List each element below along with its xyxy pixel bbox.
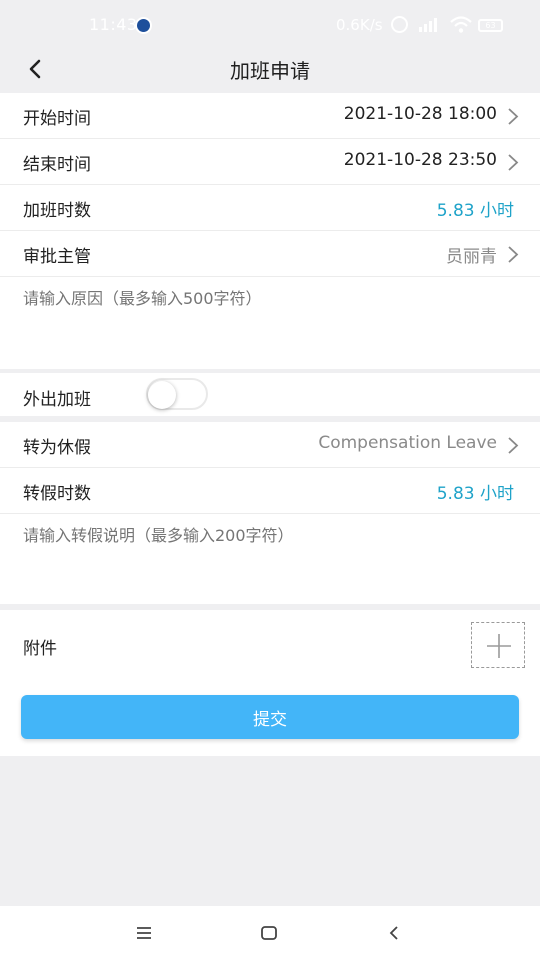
chevron-right-icon bbox=[508, 154, 519, 171]
leave-hours-row: 转假时数 5.83 小时 bbox=[0, 468, 540, 514]
outside-overtime-toggle[interactable] bbox=[146, 378, 208, 410]
signal-icon bbox=[419, 18, 437, 32]
status-time: 11:43 bbox=[89, 15, 138, 34]
battery-icon: 63 bbox=[478, 19, 503, 32]
submit-button[interactable]: 提交 bbox=[21, 695, 519, 739]
chevron-right-icon bbox=[508, 437, 519, 454]
app-header: 加班申请 bbox=[0, 45, 540, 93]
network-speed: 0.6K/s bbox=[336, 16, 383, 34]
outside-overtime-card: 外出加班 bbox=[0, 373, 540, 416]
system-nav-bar bbox=[0, 906, 540, 960]
menu-icon[interactable] bbox=[131, 920, 157, 946]
leave-note-textarea[interactable] bbox=[0, 514, 540, 604]
status-bar: 11:43 0.6K/s 63 bbox=[0, 0, 540, 48]
chevron-right-icon bbox=[508, 246, 519, 263]
attachment-card: 附件 bbox=[0, 610, 540, 678]
outside-overtime-label: 外出加班 bbox=[23, 390, 91, 410]
leave-hours-label: 转假时数 bbox=[23, 484, 91, 504]
overtime-hours-label: 加班时数 bbox=[23, 201, 91, 221]
alarm-icon bbox=[391, 16, 408, 33]
convert-leave-label: 转为休假 bbox=[23, 438, 91, 458]
outside-overtime-row: 外出加班 bbox=[0, 373, 540, 416]
home-icon[interactable] bbox=[256, 920, 282, 946]
overtime-hours-value: 5.83 小时 bbox=[436, 201, 514, 221]
approver-label: 审批主管 bbox=[23, 247, 91, 267]
back-icon[interactable] bbox=[381, 920, 407, 946]
start-time-row[interactable]: 开始时间 2021-10-28 18:00 bbox=[0, 93, 540, 139]
end-time-value: 2021-10-28 23:50 bbox=[343, 150, 497, 170]
reason-textarea[interactable] bbox=[0, 277, 540, 369]
start-time-label: 开始时间 bbox=[23, 109, 91, 129]
page-title: 加班申请 bbox=[230, 59, 310, 83]
convert-leave-value: Compensation Leave bbox=[318, 433, 497, 453]
plus-icon bbox=[487, 634, 511, 658]
add-attachment-button[interactable] bbox=[471, 622, 525, 668]
leave-conversion-card: 转为休假 Compensation Leave 转假时数 5.83 小时 bbox=[0, 422, 540, 604]
approver-row[interactable]: 审批主管 员丽青 bbox=[0, 231, 540, 277]
wifi-icon bbox=[450, 16, 472, 33]
overtime-details-card: 开始时间 2021-10-28 18:00 结束时间 2021-10-28 23… bbox=[0, 93, 540, 369]
convert-leave-row[interactable]: 转为休假 Compensation Leave bbox=[0, 422, 540, 468]
end-time-row[interactable]: 结束时间 2021-10-28 23:50 bbox=[0, 139, 540, 185]
submit-area: 提交 bbox=[0, 678, 540, 756]
approver-value: 员丽青 bbox=[446, 247, 497, 267]
app-notification-icon bbox=[135, 17, 152, 34]
attachment-label: 附件 bbox=[23, 639, 57, 659]
leave-hours-value: 5.83 小时 bbox=[436, 484, 514, 504]
end-time-label: 结束时间 bbox=[23, 155, 91, 175]
chevron-right-icon bbox=[508, 108, 519, 125]
overtime-hours-row: 加班时数 5.83 小时 bbox=[0, 185, 540, 231]
toggle-knob bbox=[148, 381, 176, 409]
start-time-value: 2021-10-28 18:00 bbox=[343, 104, 497, 124]
